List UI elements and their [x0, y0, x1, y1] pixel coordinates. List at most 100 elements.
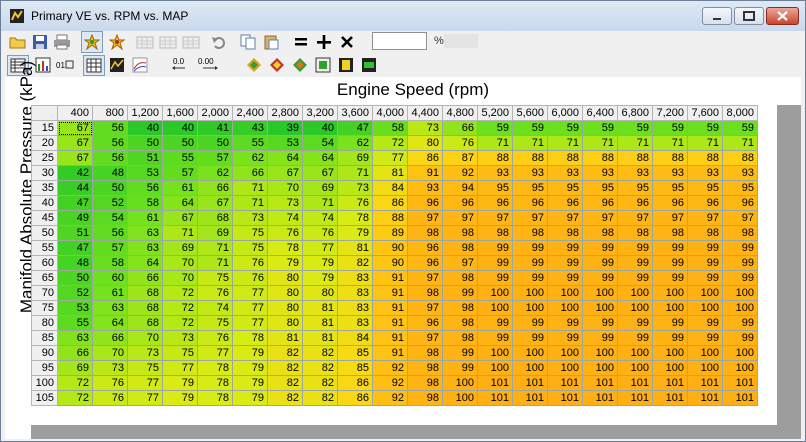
ve-cell[interactable]: 98 [547, 225, 583, 241]
close-button[interactable] [766, 7, 799, 25]
ve-cell[interactable]: 88 [372, 210, 408, 226]
ve-cell[interactable]: 82 [267, 345, 303, 361]
ve-cell[interactable]: 99 [582, 315, 618, 331]
ve-cell[interactable]: 100 [652, 285, 688, 301]
ve-cell[interactable]: 70 [127, 330, 163, 346]
ve-cell[interactable]: 66 [442, 120, 478, 136]
ve-cell[interactable]: 77 [372, 150, 408, 166]
ve-cell[interactable]: 73 [232, 210, 268, 226]
ve-cell[interactable]: 98 [407, 225, 443, 241]
rpm-column-header[interactable]: 1,200 [127, 105, 163, 121]
ve-cell[interactable]: 47 [57, 195, 93, 211]
ve-cell[interactable]: 61 [92, 285, 128, 301]
burst-tool-2-button[interactable] [107, 32, 127, 52]
rpm-column-header[interactable]: 6,000 [547, 105, 583, 121]
ve-cell[interactable]: 74 [302, 210, 338, 226]
rpm-column-header[interactable]: 4,800 [442, 105, 478, 121]
ve-cell[interactable]: 68 [127, 285, 163, 301]
ve-cell[interactable]: 60 [92, 270, 128, 286]
ve-cell[interactable]: 101 [477, 390, 513, 406]
ve-cell[interactable]: 71 [197, 255, 233, 271]
ve-cell[interactable]: 66 [92, 330, 128, 346]
multiply-button[interactable] [337, 32, 357, 52]
ve-cell[interactable]: 93 [512, 165, 548, 181]
view-3d-button[interactable] [107, 55, 127, 75]
ve-cell[interactable]: 67 [197, 195, 233, 211]
ve-cell[interactable]: 56 [127, 180, 163, 196]
ve-cell[interactable]: 77 [232, 315, 268, 331]
print-button[interactable] [52, 32, 72, 52]
ve-cell[interactable]: 99 [652, 240, 688, 256]
paste-button[interactable] [261, 32, 281, 52]
ve-cell[interactable]: 80 [267, 300, 303, 316]
ve-cell[interactable]: 63 [127, 225, 163, 241]
ve-cell[interactable]: 85 [337, 360, 373, 376]
factor-input[interactable] [372, 32, 427, 50]
ve-cell[interactable]: 42 [57, 165, 93, 181]
ve-cell[interactable]: 100 [582, 300, 618, 316]
ve-cell[interactable]: 94 [442, 180, 478, 196]
ve-cell[interactable]: 59 [687, 120, 723, 136]
ve-cell[interactable]: 59 [547, 120, 583, 136]
ve-cell[interactable]: 51 [57, 225, 93, 241]
ve-cell[interactable]: 76 [92, 375, 128, 391]
ve-cell[interactable]: 66 [232, 165, 268, 181]
ve-cell[interactable]: 47 [57, 240, 93, 256]
ve-cell[interactable]: 91 [372, 270, 408, 286]
ve-cell[interactable]: 56 [92, 225, 128, 241]
ve-cell[interactable]: 78 [197, 360, 233, 376]
rpm-column-header[interactable]: 2,400 [232, 105, 268, 121]
ve-cell[interactable]: 75 [197, 270, 233, 286]
ve-cell[interactable]: 100 [582, 285, 618, 301]
ve-cell[interactable]: 96 [547, 195, 583, 211]
ve-cell[interactable]: 96 [407, 240, 443, 256]
ve-cell[interactable]: 99 [722, 240, 758, 256]
ve-cell[interactable]: 83 [337, 270, 373, 286]
ve-cell[interactable]: 47 [337, 120, 373, 136]
rpm-column-header[interactable]: 6,400 [582, 105, 618, 121]
ve-cell[interactable]: 75 [127, 360, 163, 376]
map-row-header[interactable]: 25 [31, 150, 58, 166]
ve-cell[interactable]: 83 [337, 315, 373, 331]
map-row-header[interactable]: 55 [31, 240, 58, 256]
ve-cell[interactable]: 99 [617, 255, 653, 271]
ve-cell[interactable]: 93 [652, 165, 688, 181]
ve-cell[interactable]: 99 [442, 345, 478, 361]
ve-cell[interactable]: 101 [687, 375, 723, 391]
ve-cell[interactable]: 92 [442, 165, 478, 181]
ve-cell[interactable]: 83 [337, 300, 373, 316]
ve-cell[interactable]: 99 [477, 330, 513, 346]
ve-cell[interactable]: 100 [617, 360, 653, 376]
ve-cell[interactable]: 97 [582, 210, 618, 226]
ve-cell[interactable]: 52 [92, 195, 128, 211]
ve-cell[interactable]: 91 [372, 315, 408, 331]
ve-cell[interactable]: 98 [442, 330, 478, 346]
ve-cell[interactable]: 70 [267, 180, 303, 196]
ve-cell[interactable]: 95 [547, 180, 583, 196]
ve-cell[interactable]: 71 [687, 135, 723, 151]
ve-cell[interactable]: 50 [92, 180, 128, 196]
ve-cell[interactable]: 77 [232, 300, 268, 316]
ve-cell[interactable]: 79 [267, 255, 303, 271]
ve-cell[interactable]: 82 [302, 375, 338, 391]
ve-cell[interactable]: 71 [162, 225, 198, 241]
map-row-header[interactable]: 95 [31, 360, 58, 376]
ve-cell[interactable]: 70 [92, 345, 128, 361]
ve-cell[interactable]: 71 [337, 165, 373, 181]
ve-cell[interactable]: 79 [162, 375, 198, 391]
ve-cell[interactable]: 88 [617, 150, 653, 166]
ve-cell[interactable]: 97 [407, 270, 443, 286]
ve-cell[interactable]: 59 [617, 120, 653, 136]
ve-cell[interactable]: 98 [407, 360, 443, 376]
ve-cell[interactable]: 81 [267, 330, 303, 346]
rpm-column-header[interactable]: 5,200 [477, 105, 513, 121]
ve-cell[interactable]: 56 [92, 120, 128, 136]
ve-cell[interactable]: 82 [302, 360, 338, 376]
ve-cell[interactable]: 67 [57, 135, 93, 151]
ve-cell[interactable]: 76 [337, 195, 373, 211]
ve-cell[interactable]: 88 [512, 150, 548, 166]
ve-cell[interactable]: 96 [407, 195, 443, 211]
ve-cell[interactable]: 73 [162, 330, 198, 346]
fit-button[interactable] [313, 55, 333, 75]
ve-cell[interactable]: 59 [582, 120, 618, 136]
